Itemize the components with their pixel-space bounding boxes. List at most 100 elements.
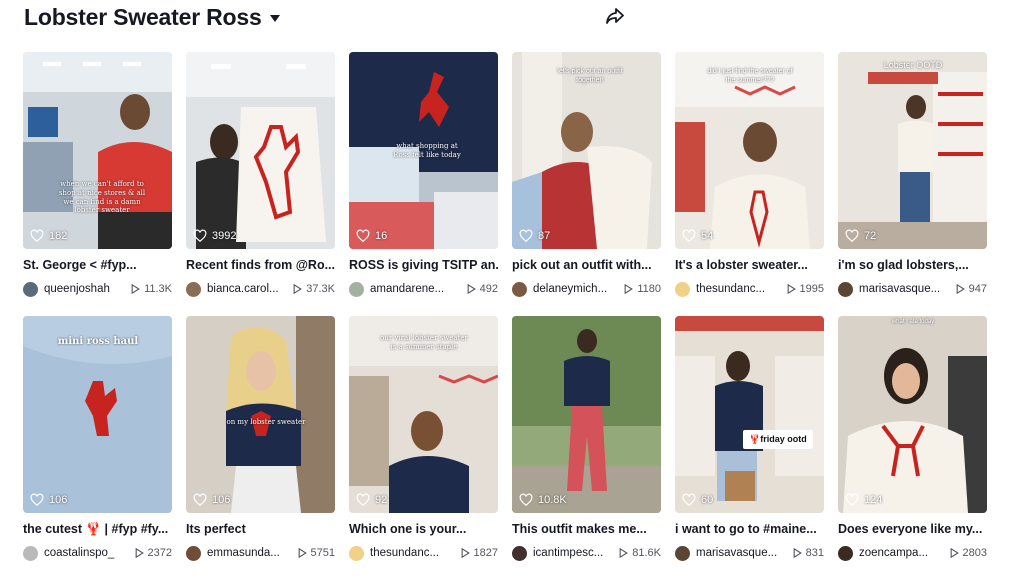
- video-caption[interactable]: It's a lobster sweater...: [675, 258, 824, 274]
- avatar[interactable]: [349, 545, 364, 561]
- like-count-text: 72: [864, 230, 877, 242]
- video-card[interactable]: mini ross haul 106 the cutest 🦞 | #fyp #…: [23, 316, 172, 564]
- avatar[interactable]: [23, 281, 38, 297]
- video-thumbnail[interactable]: Lobster OOTD 72: [838, 52, 987, 249]
- video-meta: icantimpesc... 81.6K: [512, 545, 661, 561]
- video-card[interactable]: what shopping at Ross felt like today 16…: [349, 52, 498, 300]
- video-card[interactable]: 3992 Recent finds from @Ro... bianca.car…: [186, 52, 335, 300]
- share-icon[interactable]: [603, 4, 627, 28]
- video-caption[interactable]: i want to go to #maine...: [675, 522, 824, 538]
- video-thumbnail[interactable]: 3992: [186, 52, 335, 249]
- view-count-text: 1995: [799, 283, 824, 295]
- video-card[interactable]: our viral lobster sweater is a summer st…: [349, 316, 498, 564]
- username[interactable]: thesundanc...: [696, 283, 786, 295]
- video-overlay-text: mini ross haul: [57, 336, 139, 347]
- video-card[interactable]: when we can't afford to shop at nice sto…: [23, 52, 172, 300]
- heart-icon: [845, 493, 859, 507]
- video-meta: bianca.carol... 37.3K: [186, 281, 335, 297]
- view-count-text: 492: [479, 283, 498, 295]
- play-icon: [787, 284, 796, 294]
- video-meta: coastalinspo_ 2372: [23, 545, 172, 561]
- username[interactable]: coastalinspo_: [44, 547, 134, 559]
- view-count: 1995: [787, 283, 824, 295]
- avatar[interactable]: [675, 545, 690, 561]
- heart-icon: [356, 229, 370, 243]
- view-count: 81.6K: [619, 547, 661, 559]
- avatar[interactable]: [349, 281, 364, 297]
- heart-icon: [30, 493, 44, 507]
- video-thumbnail[interactable]: did I just find the sweater of the summe…: [675, 52, 824, 249]
- avatar[interactable]: [186, 545, 201, 561]
- video-overlay-text: what shopping at Ross felt like today: [393, 142, 461, 159]
- play-icon: [950, 548, 959, 558]
- like-count: 10.8K: [519, 493, 567, 507]
- username[interactable]: delaneymich...: [533, 283, 623, 295]
- username[interactable]: thesundanc...: [370, 547, 460, 559]
- video-thumbnail[interactable]: our viral lobster sweater is a summer st…: [349, 316, 498, 513]
- video-thumbnail[interactable]: 10.8K: [512, 316, 661, 513]
- view-count: 11.3K: [131, 283, 172, 295]
- video-thumbnail[interactable]: what shopping at Ross felt like today 16: [349, 52, 498, 249]
- view-count: 5751: [298, 547, 335, 559]
- video-caption[interactable]: Recent finds from @Ro...: [186, 258, 335, 274]
- video-card[interactable]: let's pick out an outfit together! 87 pi…: [512, 52, 661, 300]
- avatar[interactable]: [512, 281, 527, 297]
- avatar[interactable]: [23, 545, 38, 561]
- video-card[interactable]: 10.8K This outfit makes me... icantimpes…: [512, 316, 661, 564]
- view-count: 947: [956, 283, 987, 295]
- video-caption[interactable]: ROSS is giving TSITP an...: [349, 258, 498, 274]
- video-card[interactable]: what I ate today 124 Does everyone like …: [838, 316, 987, 564]
- play-icon: [135, 548, 144, 558]
- video-card[interactable]: did I just find the sweater of the summe…: [675, 52, 824, 300]
- video-thumbnail[interactable]: on my lobster sweater 106: [186, 316, 335, 513]
- avatar[interactable]: [675, 281, 690, 297]
- video-caption[interactable]: Which one is your...: [349, 522, 498, 538]
- video-thumbnail[interactable]: 🦞friday ootd 60: [675, 316, 824, 513]
- like-count-text: 92: [375, 494, 388, 506]
- username[interactable]: emmasunda...: [207, 547, 297, 559]
- username[interactable]: marisavasque...: [696, 547, 786, 559]
- video-card[interactable]: Lobster OOTD 72 i'm so glad lobsters,...…: [838, 52, 987, 300]
- video-thumbnail[interactable]: when we can't afford to shop at nice sto…: [23, 52, 172, 249]
- avatar[interactable]: [512, 545, 527, 561]
- video-caption[interactable]: St. George < #fyp...: [23, 258, 172, 274]
- avatar[interactable]: [186, 281, 201, 297]
- username[interactable]: marisavasque...: [859, 283, 949, 295]
- page-title: Lobster Sweater Ross: [24, 3, 262, 30]
- video-caption[interactable]: the cutest 🦞 | #fyp #fy...: [23, 522, 172, 538]
- like-count-text: 16: [375, 230, 388, 242]
- video-grid: when we can't afford to shop at nice sto…: [23, 52, 987, 564]
- video-caption[interactable]: pick out an outfit with...: [512, 258, 661, 274]
- video-thumbnail[interactable]: let's pick out an outfit together! 87: [512, 52, 661, 249]
- username[interactable]: zoencampa...: [859, 547, 949, 559]
- username[interactable]: bianca.carol...: [207, 283, 293, 295]
- heart-icon: [356, 493, 370, 507]
- video-meta: emmasunda... 5751: [186, 545, 335, 561]
- video-card[interactable]: 🦞friday ootd 60 i want to go to #maine..…: [675, 316, 824, 564]
- username[interactable]: amandarene...: [370, 283, 460, 295]
- caret-down-icon[interactable]: [269, 15, 280, 22]
- video-caption[interactable]: Its perfect: [186, 522, 335, 538]
- video-thumbnail[interactable]: what I ate today 124: [838, 316, 987, 513]
- view-count-text: 2803: [962, 547, 987, 559]
- like-count: 16: [356, 229, 387, 243]
- username[interactable]: queenjoshah: [44, 283, 131, 295]
- video-caption[interactable]: i'm so glad lobsters,...: [838, 258, 987, 274]
- video-caption[interactable]: This outfit makes me...: [512, 522, 661, 538]
- username[interactable]: icantimpesc...: [533, 547, 619, 559]
- view-count: 2372: [135, 547, 172, 559]
- view-count-text: 5751: [310, 547, 335, 559]
- play-icon: [619, 548, 629, 558]
- video-meta: amandarene... 492: [349, 281, 498, 297]
- like-count: 54: [682, 229, 713, 243]
- video-card[interactable]: on my lobster sweater 106 Its perfect em…: [186, 316, 335, 564]
- avatar[interactable]: [838, 281, 853, 297]
- video-thumbnail[interactable]: mini ross haul 106: [23, 316, 172, 513]
- avatar[interactable]: [838, 545, 853, 561]
- like-count: 3992: [193, 229, 236, 243]
- view-count: 1827: [461, 547, 498, 559]
- video-overlay-text: what I ate today: [891, 319, 935, 325]
- play-icon: [956, 284, 965, 294]
- view-count-text: 81.6K: [632, 547, 661, 559]
- video-caption[interactable]: Does everyone like my...: [838, 522, 987, 538]
